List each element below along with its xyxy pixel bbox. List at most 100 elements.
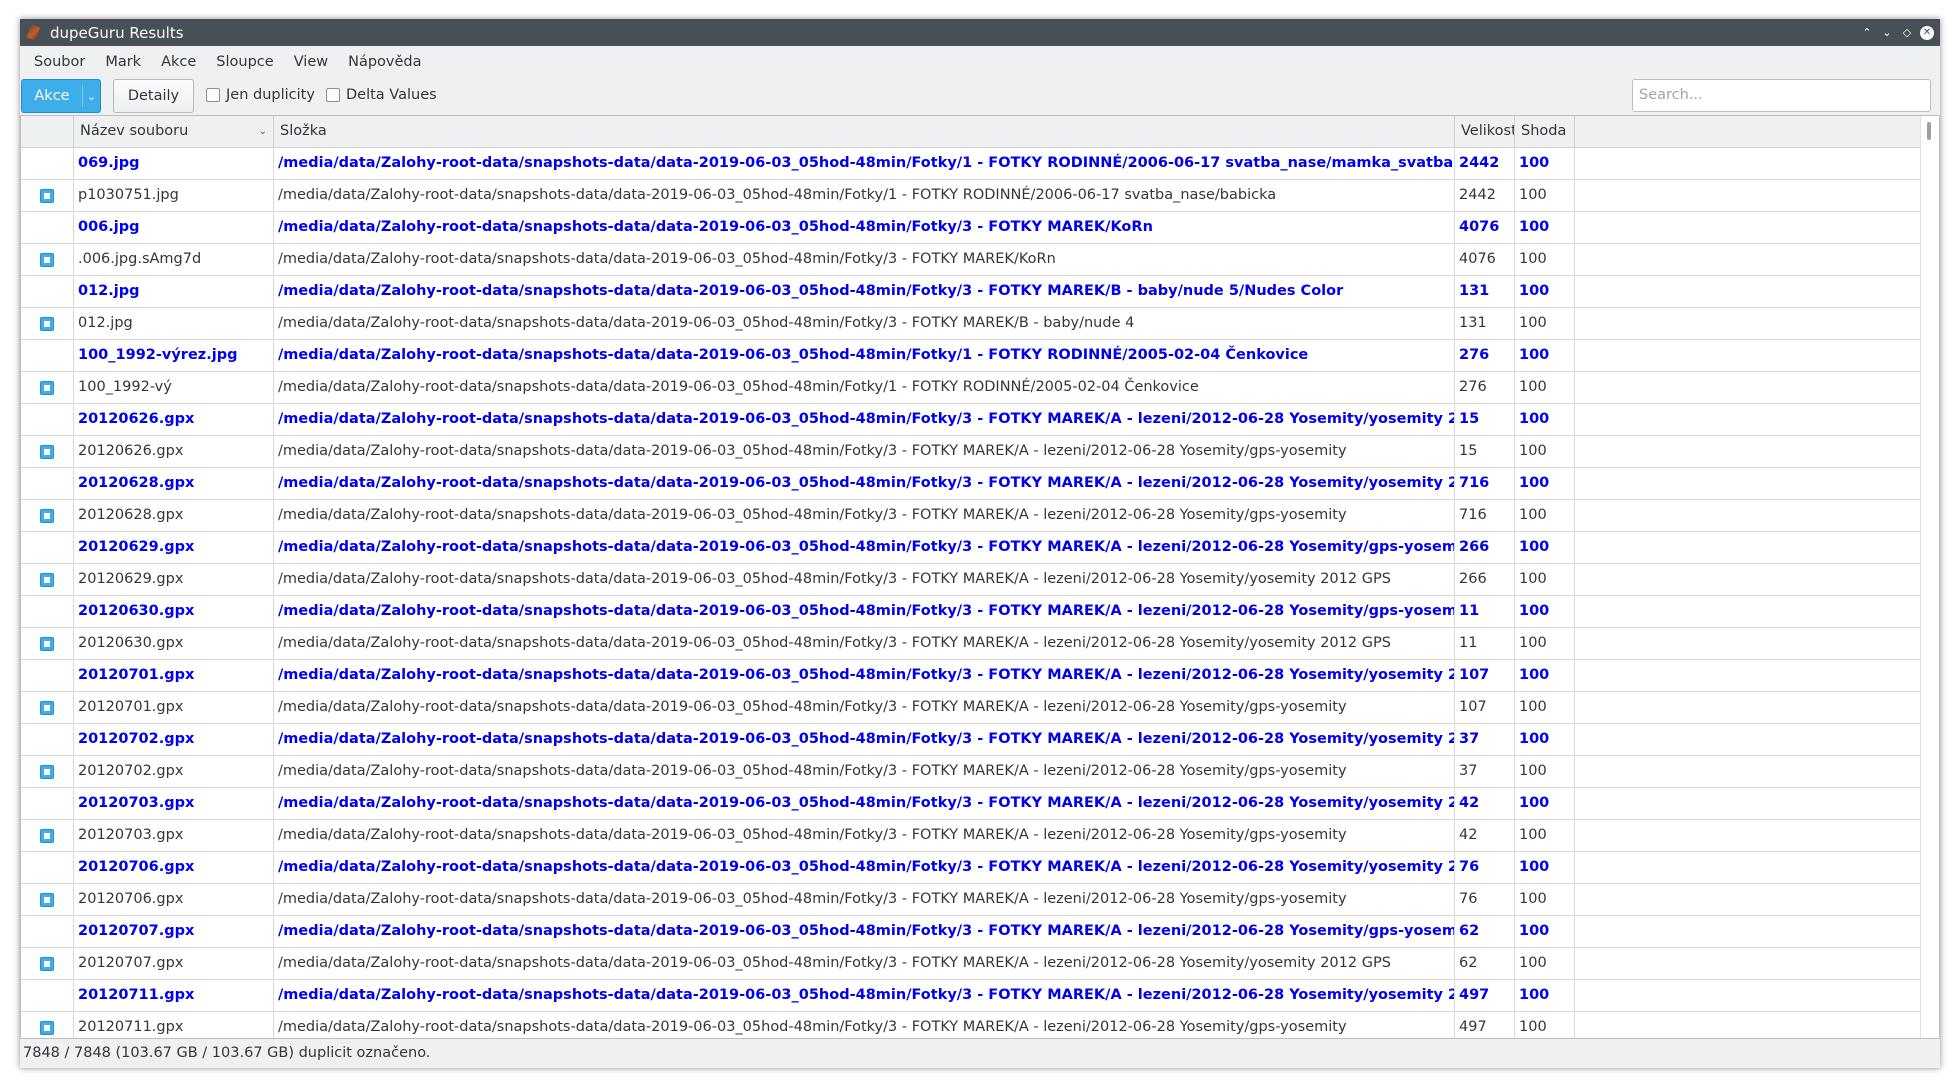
delta-values-checkbox-box[interactable] — [326, 88, 340, 102]
duplicate-row[interactable]: 20120702.gpx/media/data/Zalohy-root-data… — [21, 756, 1921, 788]
title-bar[interactable]: dupeGuru Results ⌃ ⌄ ◇ ✕ — [20, 19, 1940, 46]
mark-checkbox[interactable] — [40, 828, 54, 843]
reference-row[interactable]: 100_1992-výrez.jpg/media/data/Zalohy-roo… — [21, 340, 1921, 372]
mark-cell[interactable] — [21, 180, 74, 211]
keep-above-icon[interactable]: ⌃ — [1860, 26, 1874, 40]
duplicate-row[interactable]: .006.jpg.sAmg7d/media/data/Zalohy-root-d… — [21, 244, 1921, 276]
details-button[interactable]: Detaily — [113, 79, 194, 113]
mark-cell[interactable] — [21, 916, 74, 947]
mark-cell[interactable] — [21, 756, 74, 787]
mark-checkbox[interactable] — [40, 508, 54, 523]
mark-checkbox[interactable] — [40, 892, 54, 907]
scrollbar-thumb[interactable] — [1927, 122, 1931, 140]
chevron-down-icon[interactable]: ⌄ — [83, 90, 100, 103]
header-size[interactable]: Velikost — [1455, 116, 1515, 147]
reference-row[interactable]: 20120707.gpx/media/data/Zalohy-root-data… — [21, 916, 1921, 948]
mark-cell[interactable] — [21, 244, 74, 275]
reference-row[interactable]: 20120701.gpx/media/data/Zalohy-root-data… — [21, 660, 1921, 692]
duplicate-row[interactable]: 20120629.gpx/media/data/Zalohy-root-data… — [21, 564, 1921, 596]
mark-cell[interactable] — [21, 212, 74, 243]
duplicate-row[interactable]: 20120626.gpx/media/data/Zalohy-root-data… — [21, 436, 1921, 468]
reference-row[interactable]: 20120628.gpx/media/data/Zalohy-root-data… — [21, 468, 1921, 500]
menu-sloupce[interactable]: Sloupce — [206, 54, 283, 70]
mark-checkbox[interactable] — [40, 188, 54, 203]
mark-checkbox[interactable] — [40, 572, 54, 587]
menu-soubor[interactable]: Soubor — [24, 54, 95, 70]
delta-values-checkbox[interactable]: Delta Values — [326, 87, 437, 103]
mark-cell[interactable] — [21, 692, 74, 723]
mark-cell[interactable] — [21, 884, 74, 915]
reference-row[interactable]: 20120703.gpx/media/data/Zalohy-root-data… — [21, 788, 1921, 820]
mark-checkbox[interactable] — [40, 252, 54, 267]
mark-cell[interactable] — [21, 564, 74, 595]
duplicate-row[interactable]: 20120706.gpx/media/data/Zalohy-root-data… — [21, 884, 1921, 916]
mark-checkbox[interactable] — [40, 956, 54, 971]
actions-menu-button[interactable]: Akce ⌄ — [21, 79, 101, 113]
mark-checkbox[interactable] — [40, 316, 54, 331]
duplicate-row[interactable]: 20120628.gpx/media/data/Zalohy-root-data… — [21, 500, 1921, 532]
reference-row[interactable]: 20120706.gpx/media/data/Zalohy-root-data… — [21, 852, 1921, 884]
filler-cell — [1575, 404, 1921, 435]
mark-checkbox[interactable] — [40, 444, 54, 459]
mark-cell[interactable] — [21, 980, 74, 1011]
mark-checkbox[interactable] — [40, 764, 54, 779]
mark-cell[interactable] — [21, 628, 74, 659]
mark-cell[interactable] — [21, 1012, 74, 1038]
duplicate-row[interactable]: 012.jpg/media/data/Zalohy-root-data/snap… — [21, 308, 1921, 340]
only-dupes-checkbox-box[interactable] — [206, 88, 220, 102]
header-match[interactable]: Shoda — [1515, 116, 1575, 147]
mark-cell[interactable] — [21, 500, 74, 531]
mark-cell[interactable] — [21, 372, 74, 403]
duplicate-row[interactable]: 20120703.gpx/media/data/Zalohy-root-data… — [21, 820, 1921, 852]
close-icon[interactable]: ✕ — [1920, 25, 1934, 40]
mark-cell[interactable] — [21, 340, 74, 371]
reference-row[interactable]: 20120629.gpx/media/data/Zalohy-root-data… — [21, 532, 1921, 564]
mark-cell[interactable] — [21, 596, 74, 627]
mark-cell[interactable] — [21, 404, 74, 435]
duplicate-row[interactable]: p1030751.jpg/media/data/Zalohy-root-data… — [21, 180, 1921, 212]
header-marked[interactable] — [21, 116, 74, 147]
vertical-scrollbar[interactable] — [1920, 116, 1939, 1038]
menu-mark[interactable]: Mark — [95, 54, 151, 70]
search-input[interactable]: Search... — [1632, 79, 1931, 112]
mark-cell[interactable] — [21, 436, 74, 467]
mark-cell[interactable] — [21, 724, 74, 755]
mark-cell[interactable] — [21, 820, 74, 851]
minimize-icon[interactable]: ⌄ — [1880, 26, 1894, 40]
mark-cell[interactable] — [21, 532, 74, 563]
reference-row[interactable]: 20120711.gpx/media/data/Zalohy-root-data… — [21, 980, 1921, 1012]
menu-view[interactable]: View — [284, 54, 338, 70]
mark-cell[interactable] — [21, 660, 74, 691]
mark-checkbox[interactable] — [40, 1020, 54, 1035]
duplicate-row[interactable]: 20120630.gpx/media/data/Zalohy-root-data… — [21, 628, 1921, 660]
mark-checkbox[interactable] — [40, 700, 54, 715]
size-cell: 266 — [1455, 532, 1515, 563]
match-cell: 100 — [1515, 788, 1575, 819]
reference-row[interactable]: 012.jpg/media/data/Zalohy-root-data/snap… — [21, 276, 1921, 308]
header-folder[interactable]: Složka — [274, 116, 1455, 147]
mark-cell[interactable] — [21, 148, 74, 179]
match-cell: 100 — [1515, 244, 1575, 275]
duplicate-row[interactable]: 100_1992-vý/media/data/Zalohy-root-data/… — [21, 372, 1921, 404]
header-filename[interactable]: Název souboru ⌄ — [74, 116, 274, 147]
menu-akce[interactable]: Akce — [151, 54, 206, 70]
mark-cell[interactable] — [21, 308, 74, 339]
mark-cell[interactable] — [21, 852, 74, 883]
reference-row[interactable]: 20120702.gpx/media/data/Zalohy-root-data… — [21, 724, 1921, 756]
mark-cell[interactable] — [21, 788, 74, 819]
reference-row[interactable]: 20120626.gpx/media/data/Zalohy-root-data… — [21, 404, 1921, 436]
mark-cell[interactable] — [21, 468, 74, 499]
mark-cell[interactable] — [21, 276, 74, 307]
mark-checkbox[interactable] — [40, 636, 54, 651]
menu-napoveda[interactable]: Nápověda — [338, 54, 431, 70]
mark-checkbox[interactable] — [40, 380, 54, 395]
reference-row[interactable]: 20120630.gpx/media/data/Zalohy-root-data… — [21, 596, 1921, 628]
duplicate-row[interactable]: 20120711.gpx/media/data/Zalohy-root-data… — [21, 1012, 1921, 1038]
reference-row[interactable]: 069.jpg/media/data/Zalohy-root-data/snap… — [21, 148, 1921, 180]
duplicate-row[interactable]: 20120701.gpx/media/data/Zalohy-root-data… — [21, 692, 1921, 724]
mark-cell[interactable] — [21, 948, 74, 979]
reference-row[interactable]: 006.jpg/media/data/Zalohy-root-data/snap… — [21, 212, 1921, 244]
duplicate-row[interactable]: 20120707.gpx/media/data/Zalohy-root-data… — [21, 948, 1921, 980]
maximize-icon[interactable]: ◇ — [1900, 26, 1914, 40]
only-dupes-checkbox[interactable]: Jen duplicity — [206, 87, 315, 103]
